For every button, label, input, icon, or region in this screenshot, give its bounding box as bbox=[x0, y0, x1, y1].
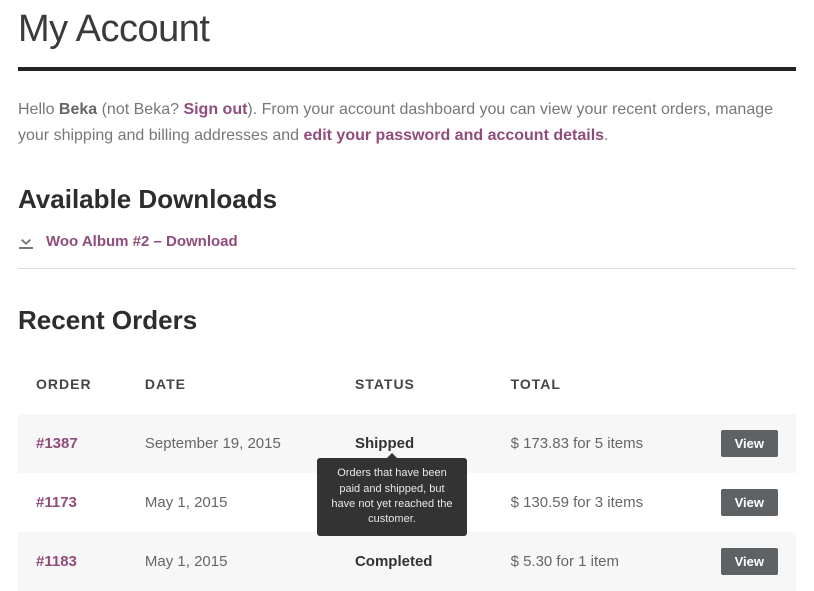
order-total: $ 130.59 for 3 items bbox=[493, 473, 695, 532]
edit-account-link[interactable]: edit your password and account details bbox=[304, 127, 605, 144]
greeting-username: Beka bbox=[59, 101, 97, 118]
order-id-link[interactable]: #1173 bbox=[36, 494, 77, 511]
dashboard-greeting: Hello Beka (not Beka? Sign out). From yo… bbox=[18, 97, 796, 148]
orders-header-row: ORDER DATE STATUS TOTAL bbox=[18, 354, 796, 414]
col-total: TOTAL bbox=[493, 354, 695, 414]
order-total: $ 173.83 for 5 items bbox=[493, 414, 695, 473]
col-order: ORDER bbox=[18, 354, 127, 414]
col-status: STATUS bbox=[337, 354, 493, 414]
view-button[interactable]: View bbox=[721, 430, 778, 457]
greeting-hello: Hello bbox=[18, 101, 59, 118]
order-date: May 1, 2015 bbox=[127, 473, 337, 532]
view-button[interactable]: View bbox=[721, 489, 778, 516]
title-divider bbox=[18, 67, 796, 71]
table-row: #1387 September 19, 2015 Shipped Orders … bbox=[18, 414, 796, 473]
download-link[interactable]: Woo Album #2 – Download bbox=[46, 233, 238, 250]
status-tooltip: Orders that have been paid and shipped, … bbox=[317, 458, 467, 536]
download-icon bbox=[18, 234, 34, 250]
sign-out-link[interactable]: Sign out bbox=[183, 101, 247, 118]
download-item: Woo Album #2 – Download bbox=[18, 233, 796, 269]
downloads-heading: Available Downloads bbox=[18, 184, 796, 215]
greeting-notuser-prefix: (not Beka? bbox=[97, 101, 183, 118]
col-date: DATE bbox=[127, 354, 337, 414]
page-title: My Account bbox=[18, 8, 796, 51]
order-id-link[interactable]: #1387 bbox=[36, 435, 78, 452]
orders-table: ORDER DATE STATUS TOTAL #1387 September … bbox=[18, 354, 796, 591]
greeting-period: . bbox=[604, 127, 608, 144]
col-action bbox=[695, 354, 796, 414]
recent-orders-heading: Recent Orders bbox=[18, 305, 796, 336]
order-date: September 19, 2015 bbox=[127, 414, 337, 473]
order-status[interactable]: Shipped bbox=[355, 435, 414, 452]
